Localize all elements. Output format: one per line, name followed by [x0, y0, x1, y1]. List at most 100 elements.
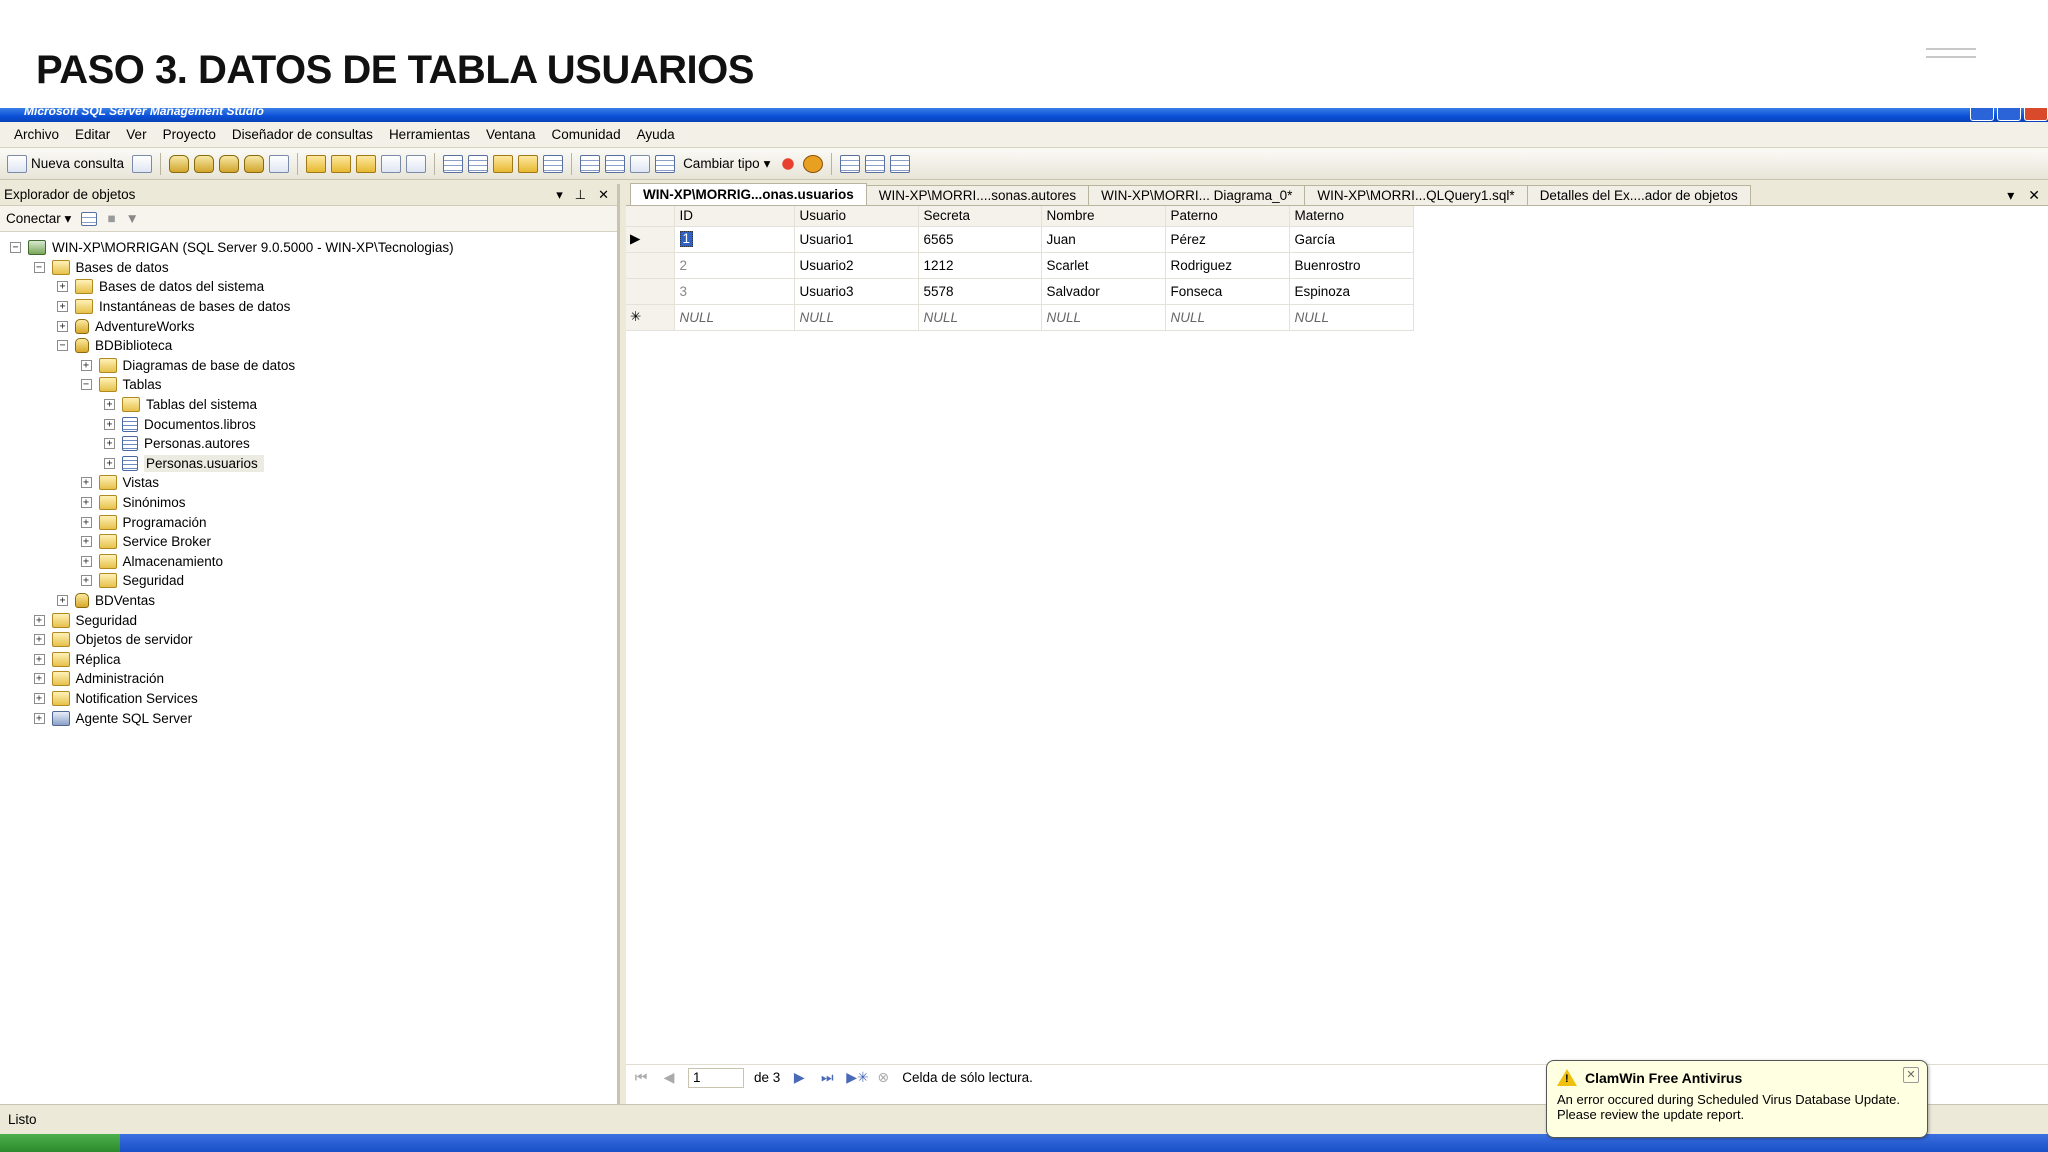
expand-icon[interactable]: + — [33, 712, 45, 724]
grid-cell[interactable]: NULL — [1165, 304, 1290, 331]
minimize-button[interactable] — [1970, 108, 1994, 121]
tab-autores[interactable]: WIN-XP\MORRI....sonas.autores — [865, 185, 1090, 205]
grid-cell[interactable]: Espinoza — [1289, 278, 1414, 305]
tab-query[interactable]: WIN-XP\MORRI...QLQuery1.sql* — [1304, 185, 1528, 205]
grid-cell[interactable]: 1212 — [918, 252, 1042, 279]
grid-cell[interactable]: Salvador — [1041, 278, 1166, 305]
column-header[interactable]: Nombre — [1041, 206, 1166, 227]
show-criteria-icon[interactable] — [605, 154, 626, 173]
collapse-icon[interactable]: − — [10, 242, 21, 254]
registered-servers-icon[interactable] — [443, 154, 464, 173]
tree-node[interactable]: + Tablas del sistema — [0, 395, 617, 415]
open-file-icon[interactable] — [306, 154, 327, 173]
tree-node[interactable]: + Seguridad — [0, 571, 617, 591]
show-diagram-icon[interactable] — [580, 154, 601, 173]
show-sql-icon[interactable] — [630, 154, 651, 173]
table-row[interactable]: ▶ 1 Usuario1 6565 Juan Pérez García — [626, 226, 1414, 253]
tree-node[interactable]: + Diagramas de base de datos — [0, 356, 617, 376]
mdx-query-icon[interactable] — [219, 154, 240, 173]
next-record-icon[interactable]: ▶ — [790, 1069, 808, 1086]
grid-cell[interactable]: NULL — [1041, 304, 1166, 331]
menu-disenador[interactable]: Diseñador de consultas — [224, 127, 381, 142]
menu-herramientas[interactable]: Herramientas — [381, 127, 478, 142]
db-query-icon[interactable] — [169, 154, 190, 173]
expand-icon[interactable]: + — [104, 457, 115, 469]
new-row[interactable]: ✳ NULL NULL NULL NULL NULL NULL — [626, 304, 1414, 331]
expand-icon[interactable]: + — [80, 536, 92, 548]
expand-icon[interactable]: + — [57, 320, 68, 332]
dropdown-icon[interactable]: ▾ — [556, 187, 563, 203]
expand-icon[interactable]: + — [33, 614, 45, 626]
open-project-icon[interactable] — [331, 154, 352, 173]
dmx-query-icon[interactable] — [244, 154, 265, 173]
expand-icon[interactable]: + — [33, 673, 45, 685]
tab-diagrama[interactable]: WIN-XP\MORRI... Diagrama_0* — [1088, 185, 1306, 205]
expand-icon[interactable]: + — [57, 281, 68, 293]
expand-icon[interactable]: + — [80, 575, 92, 587]
disconnect-icon[interactable] — [81, 211, 98, 226]
expand-icon[interactable]: + — [104, 438, 115, 450]
expand-icon[interactable]: + — [104, 418, 115, 430]
grid-cell[interactable]: 6565 — [918, 226, 1042, 253]
solution-explorer-icon[interactable] — [518, 154, 539, 173]
new-query-button[interactable]: Nueva consulta — [4, 152, 127, 176]
new-record-icon[interactable]: ▶✳ — [846, 1069, 869, 1086]
add-derived-table-icon[interactable] — [890, 154, 911, 173]
expand-icon[interactable]: + — [80, 516, 92, 528]
menu-ayuda[interactable]: Ayuda — [629, 127, 683, 142]
column-header[interactable]: ID — [674, 206, 795, 227]
tree-node[interactable]: + Service Broker — [0, 532, 617, 552]
expand-icon[interactable]: + — [104, 399, 115, 411]
tree-node[interactable]: + Personas.usuarios — [0, 454, 617, 474]
analysis-query-icon[interactable] — [194, 154, 215, 173]
expand-icon[interactable]: + — [80, 359, 92, 371]
expand-icon[interactable]: + — [80, 555, 92, 567]
grid-cell[interactable]: Scarlet — [1041, 252, 1166, 279]
menu-ver[interactable]: Ver — [118, 127, 154, 142]
close-tab-icon[interactable]: ✕ — [2028, 187, 2040, 204]
grid-cell[interactable]: Usuario3 — [794, 278, 919, 305]
tree-node[interactable]: − WIN-XP\MORRIGAN (SQL Server 9.0.5000 - … — [0, 238, 617, 258]
previous-record-icon[interactable]: ◀ — [660, 1069, 678, 1086]
expand-icon[interactable]: + — [57, 594, 68, 606]
collapse-icon[interactable]: − — [57, 340, 68, 352]
table-row[interactable]: 3 Usuario3 5578 Salvador Fonseca Espinoz… — [626, 278, 1414, 305]
grid-cell[interactable]: Usuario1 — [794, 226, 919, 253]
maximize-button[interactable] — [1997, 108, 2021, 121]
tree-node[interactable]: + Vistas — [0, 473, 617, 493]
properties-icon[interactable] — [543, 154, 564, 173]
menu-comunidad[interactable]: Comunidad — [544, 127, 629, 142]
change-type-button[interactable]: Cambiar tipo ▾ — [680, 152, 773, 176]
menu-ventana[interactable]: Ventana — [478, 127, 544, 142]
grid-cell[interactable]: Pérez — [1165, 226, 1290, 253]
expand-icon[interactable]: + — [33, 634, 45, 646]
column-header[interactable]: Materno — [1289, 206, 1414, 227]
tree-node[interactable]: + Agente SQL Server — [0, 708, 617, 728]
show-results-icon[interactable] — [655, 154, 676, 173]
grid-cell[interactable]: Usuario2 — [794, 252, 919, 279]
grid-cell[interactable]: 3 — [674, 278, 795, 305]
tree-node[interactable]: + Seguridad — [0, 610, 617, 630]
tree-node[interactable]: + Bases de datos del sistema — [0, 277, 617, 297]
expand-icon[interactable]: + — [33, 653, 45, 665]
stop-icon[interactable]: ⊗ — [874, 1069, 892, 1086]
row-header[interactable] — [626, 278, 675, 305]
tree-node[interactable]: − BDBiblioteca — [0, 336, 617, 356]
grid-cell[interactable]: 2 — [674, 252, 795, 279]
execute-sql-icon[interactable] — [778, 154, 799, 173]
expand-icon[interactable]: + — [57, 301, 68, 313]
new-row-icon[interactable]: ✳ — [626, 304, 675, 331]
grid-cell[interactable]: Fonseca — [1165, 278, 1290, 305]
object-explorer-icon[interactable] — [468, 154, 489, 173]
current-row-icon[interactable]: ▶ — [626, 226, 675, 253]
tree-node[interactable]: + Programación — [0, 512, 617, 532]
tree-node[interactable]: − Bases de datos — [0, 258, 617, 278]
collapse-icon[interactable]: − — [80, 379, 92, 391]
first-record-icon[interactable]: ⏮ — [632, 1069, 650, 1086]
pin-icon[interactable]: ⊥ — [575, 187, 586, 203]
selected-cell[interactable]: 1 — [679, 231, 694, 247]
grid-cell[interactable]: 5578 — [918, 278, 1042, 305]
connect-button[interactable]: Conectar ▾ — [6, 211, 71, 227]
tree-node[interactable]: + Personas.autores — [0, 434, 617, 454]
tree-node[interactable]: + Sinónimos — [0, 493, 617, 513]
